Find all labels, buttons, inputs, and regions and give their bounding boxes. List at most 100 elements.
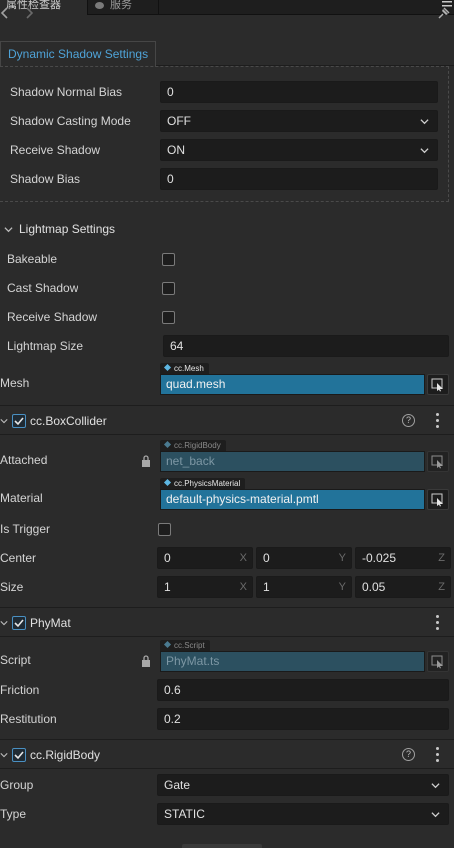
box-collider-header[interactable]: cc.BoxCollider ? [0,405,454,435]
back-arrow-icon[interactable] [0,4,12,22]
check-icon [14,751,24,760]
lightmap-size-input[interactable]: 64 [163,335,449,357]
restitution-label: Restitution [0,712,57,726]
axis-x-label: X [239,581,247,593]
is-trigger-label: Is Trigger [0,522,51,536]
pick-target-icon [431,655,443,669]
script-type-tag-text: cc.Script [174,641,205,650]
more-vertical-icon[interactable] [436,413,440,428]
shadow-casting-mode-value: OFF [167,114,191,128]
axis-x-label: X [239,552,247,564]
friction-input[interactable]: 0.6 [157,679,449,701]
material-pick-button[interactable] [427,489,449,510]
material-label: Material [0,491,43,505]
size-label: Size [0,580,24,594]
rigidbody-header[interactable]: cc.RigidBody ? [0,739,454,769]
tab-service[interactable]: 服务 [89,0,159,15]
type-select[interactable]: STATIC [157,803,449,825]
phymat-header[interactable]: PhyMat [0,607,454,637]
tab-dynamic-shadow-settings[interactable]: Dynamic Shadow Settings [0,41,156,67]
axis-y-label: Y [338,581,346,593]
triangle-down-icon [0,419,8,424]
lightmap-settings-header[interactable]: Lightmap Settings [0,215,454,244]
help-icon[interactable]: ? [402,748,415,761]
add-component-button[interactable] [182,844,262,848]
script-type-tag: cc.Script [160,640,210,651]
center-z-input[interactable]: -0.025 Z [355,547,451,569]
asset-type-icon [163,363,172,372]
bakeable-checkbox[interactable] [162,253,175,266]
attached-label: Attached [0,453,48,467]
chevron-down-icon [431,783,440,789]
size-y-value: 1 [263,580,270,594]
receive-shadow-select[interactable]: ON [160,139,438,161]
more-vertical-icon[interactable] [436,615,440,630]
mesh-asset-field[interactable]: quad.mesh [160,374,425,395]
phymat-title: PhyMat [30,616,71,630]
script-asset-field: PhyMat.ts [160,651,425,672]
restitution-input[interactable]: 0.2 [157,708,449,730]
mesh-pick-button[interactable] [427,374,449,395]
asset-type-icon [163,640,172,649]
pick-target-icon [431,455,443,469]
mesh-type-tag: cc.Mesh [160,363,209,374]
nav-row [0,16,454,42]
triangle-down-icon [0,753,8,758]
shadow-normal-bias-input[interactable]: 0 [160,81,438,103]
lock-icon [142,455,150,467]
is-trigger-checkbox[interactable] [158,523,171,536]
group-value: Gate [164,778,191,792]
receive-shadow-label: Receive Shadow [10,143,101,157]
center-label: Center [0,551,37,565]
service-icon [95,1,104,9]
shadow-normal-bias-label: Shadow Normal Bias [10,85,123,99]
receive-shadow-value: ON [167,143,185,157]
axis-z-label: Z [438,552,445,564]
mesh-type-tag-text: cc.Mesh [174,364,204,373]
script-label: Script [0,653,31,667]
shadow-casting-mode-select[interactable]: OFF [160,110,438,132]
rigidbody-title: cc.RigidBody [30,748,101,762]
center-x-input[interactable]: 0X [157,547,253,569]
type-label: Type [0,807,27,821]
shadow-bias-input[interactable]: 0 [160,168,438,190]
size-z-input[interactable]: 0.05 Z [355,576,451,598]
tab-inspector[interactable]: 属性检查器 [0,0,88,15]
forward-arrow-icon[interactable] [22,4,38,22]
shadow-bias-label: Shadow Bias [10,172,81,186]
size-y-input[interactable]: 1Y [256,576,352,598]
box-collider-title: cc.BoxCollider [30,414,107,428]
material-type-tag: cc.PhysicsMaterial [160,478,246,489]
bakeable-label: Bakeable [7,252,58,266]
more-vertical-icon[interactable] [436,747,440,762]
mesh-label: Mesh [0,376,30,390]
receive-shadow-checkbox[interactable] [162,311,175,324]
lock-icon [142,655,150,667]
group-select[interactable]: Gate [157,774,449,796]
cast-shadow-checkbox[interactable] [162,282,175,295]
group-label: Group [0,778,34,792]
attached-pick-button [427,451,449,472]
asset-type-icon [163,440,172,449]
friction-label: Friction [0,683,40,697]
center-y-input[interactable]: 0Y [256,547,352,569]
axis-y-label: Y [338,552,346,564]
check-icon [14,619,24,628]
pick-target-icon [431,493,443,507]
chevron-down-icon [4,227,13,233]
chevron-down-icon [420,119,429,125]
box-collider-enabled-checkbox[interactable] [12,414,26,428]
axis-z-label: Z [438,581,445,593]
triangle-down-icon [0,621,8,626]
rigidbody-enabled-checkbox[interactable] [12,748,26,762]
help-icon[interactable]: ? [402,414,415,427]
phymat-enabled-checkbox[interactable] [12,616,26,630]
material-asset-field[interactable]: default-physics-material.pmtl [160,489,425,510]
lightmap-size-label: Lightmap Size [7,339,84,353]
size-x-input[interactable]: 1X [157,576,253,598]
pin-icon[interactable] [437,6,451,20]
size-x-value: 1 [164,580,171,594]
cast-shadow-label: Cast Shadow [7,281,79,295]
lightmap-settings-title: Lightmap Settings [19,222,116,236]
check-icon [14,417,24,426]
